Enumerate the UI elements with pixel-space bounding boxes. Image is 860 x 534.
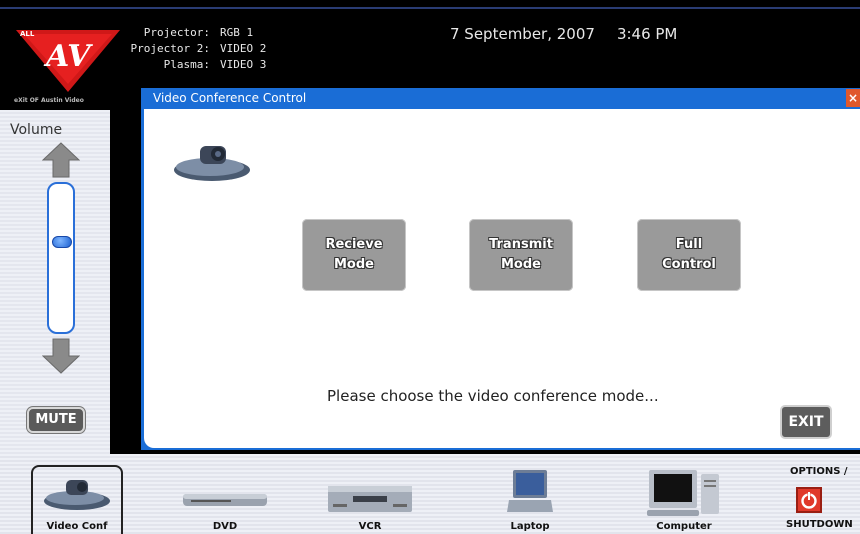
svg-text:AV: AV	[43, 39, 93, 74]
options-label: OPTIONS /	[790, 466, 848, 477]
header-accent-line	[0, 7, 860, 9]
shutdown-label: SHUTDOWN	[786, 519, 853, 530]
transmit-mode-button[interactable]: Transmit Mode	[469, 219, 573, 291]
mute-button[interactable]: MUTE	[27, 407, 85, 433]
device-laptop[interactable]: Laptop	[480, 454, 580, 534]
dvd-icon	[183, 494, 267, 506]
volume-label: Volume	[10, 122, 63, 138]
dialog-body: Recieve Mode Transmit Mode Full Control …	[144, 109, 860, 448]
volume-slider-thumb[interactable]	[52, 236, 72, 249]
video-conference-camera-icon	[174, 146, 250, 181]
power-icon	[801, 491, 817, 509]
receive-mode-button[interactable]: Recieve Mode	[302, 219, 406, 291]
volume-slider[interactable]	[47, 182, 75, 334]
device-bar: Video Conf DVD VCR Laptop Computer OPTIO…	[0, 454, 860, 534]
laptop-icon	[507, 470, 553, 512]
shutdown-button[interactable]	[796, 487, 822, 513]
logo-tagline: eXit OF Austin Video	[14, 97, 84, 104]
close-icon[interactable]: ×	[846, 89, 860, 107]
volume-panel: Volume MUTE	[0, 110, 110, 454]
video-conf-icon	[44, 480, 110, 510]
vcr-icon	[328, 486, 412, 512]
full-control-button[interactable]: Full Control	[637, 219, 741, 291]
device-computer[interactable]: Computer	[636, 454, 732, 534]
time-text: 3:46 PM	[616, 25, 678, 43]
volume-up-arrow-icon[interactable]	[42, 142, 80, 178]
computer-icon	[647, 470, 719, 516]
device-vcr[interactable]: VCR	[320, 454, 420, 534]
volume-down-arrow-icon[interactable]	[42, 338, 80, 374]
svg-text:ALL: ALL	[20, 30, 35, 38]
dialog-title: Video Conference Control	[153, 91, 307, 105]
exit-button[interactable]: EXIT	[780, 405, 832, 439]
date-text: 7 September, 2007	[450, 25, 595, 43]
header-bar: ALL AV eXit OF Austin Video Projector: R…	[0, 0, 860, 104]
video-conference-dialog: Video Conference Control × Recieve Mode …	[141, 88, 860, 450]
all-av-logo: ALL AV	[16, 30, 120, 92]
device-dvd[interactable]: DVD	[175, 454, 275, 534]
mode-prompt: Please choose the video conference mode.…	[327, 387, 659, 405]
date-time: 7 September, 2007 3:46 PM	[450, 25, 677, 43]
device-video-conf[interactable]: Video Conf	[31, 465, 123, 534]
